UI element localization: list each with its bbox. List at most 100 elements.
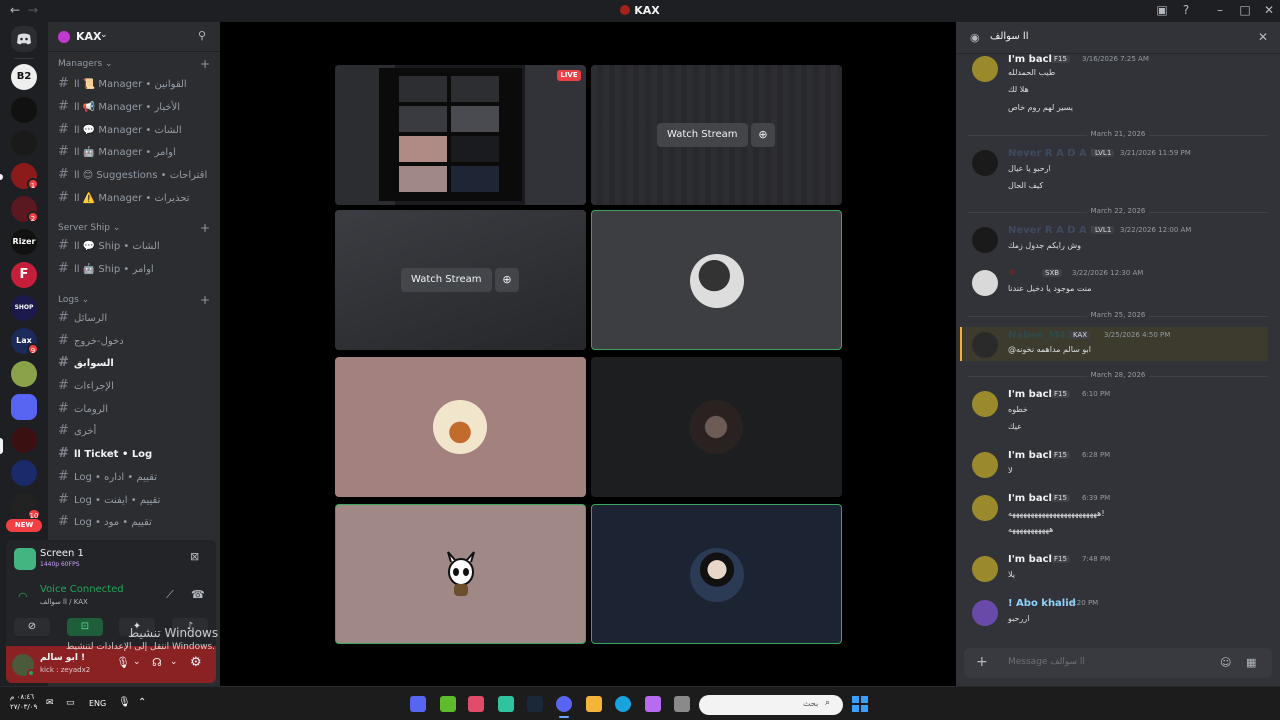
message-author[interactable]: Never R A D A R [1008, 148, 1098, 159]
avatar[interactable] [972, 600, 998, 626]
server-shop[interactable]: SHOP [11, 295, 37, 321]
channel-item[interactable]: # الإجراءات [58, 378, 210, 398]
channel-item[interactable]: # ll 💬 Manager • الشات [58, 122, 210, 142]
server-icon-3[interactable] [11, 130, 37, 156]
steam-icon[interactable] [527, 696, 543, 712]
chevron-down-icon[interactable]: ⌄ [133, 657, 141, 667]
folder-icon[interactable] [11, 394, 37, 420]
stream-tile-live[interactable]: LIVE [335, 65, 586, 205]
popout-stream-icon[interactable]: ⊕ [751, 123, 775, 147]
channel-item[interactable]: # Log • تقييم • اداره [58, 469, 210, 489]
server-f[interactable]: F [11, 262, 37, 288]
participant-tile[interactable] [335, 357, 586, 497]
inbox-icon[interactable]: ▣ [1154, 3, 1170, 17]
add-channel-icon[interactable]: + [200, 221, 210, 235]
avatar[interactable] [972, 150, 998, 176]
username[interactable]: ابو سالم ! [40, 653, 85, 663]
display-icon[interactable]: ▭ [66, 698, 75, 708]
channel-item[interactable]: # ll 😊 Suggestions • اقتراحات [58, 167, 210, 187]
stream-tile[interactable]: Watch Stream ⊕ [335, 210, 586, 350]
channel-item[interactable]: # ll 📜 Manager • القوانين [58, 76, 210, 96]
participant-tile-speaking[interactable] [591, 210, 842, 350]
avatar[interactable] [972, 332, 998, 358]
file-explorer-icon[interactable] [586, 696, 602, 712]
channel-item[interactable]: # الرسائل [58, 310, 210, 330]
message-input[interactable]: Message سوالف ll [1008, 657, 1085, 667]
avatar[interactable] [972, 391, 998, 417]
app-icon[interactable] [410, 696, 426, 712]
message-author[interactable]: I'm back [1008, 54, 1055, 65]
headphones-icon[interactable]: ☊ [152, 656, 162, 669]
participant-tile[interactable] [591, 357, 842, 497]
participant-tile-speaking[interactable] [591, 504, 842, 644]
channel-item[interactable]: # ll 🤖 Ship • اوامر [58, 261, 210, 281]
channel-item[interactable]: # ll ⚠️ Manager • تحذيرات [58, 190, 210, 210]
close-icon[interactable]: ✕ [1261, 3, 1277, 17]
avatar[interactable] [972, 270, 998, 296]
server-icon-2[interactable] [11, 97, 37, 123]
server-icon-12[interactable] [11, 427, 37, 453]
message-author[interactable]: Nabee_M43 [1008, 330, 1073, 341]
channel-item[interactable]: # ll 💬 Ship • الشات [58, 238, 210, 258]
server-rizer[interactable]: Rizer [11, 229, 37, 255]
popout-stream-icon[interactable]: ⊕ [495, 268, 519, 292]
chevron-up-icon[interactable]: ⌃ [138, 697, 146, 708]
guild-header[interactable]: KAX ⌄ ⚲ [48, 22, 220, 52]
message-author[interactable]: Never R A D A R [1008, 225, 1098, 236]
search-input[interactable]: بحث ⌕ [699, 695, 843, 715]
message-author[interactable]: ! Abo khalid [1008, 598, 1076, 609]
minimize-icon[interactable]: – [1212, 3, 1228, 17]
watch-stream-button[interactable]: Watch Stream [401, 268, 492, 292]
help-icon[interactable]: ? [1178, 3, 1194, 17]
apps-icon[interactable]: ▦ [1246, 656, 1256, 669]
message-author[interactable]: I'm back [1008, 554, 1055, 565]
app-icon[interactable] [468, 696, 484, 712]
server-icon-10[interactable] [11, 361, 37, 387]
start-icon[interactable] [852, 696, 868, 712]
channel-item[interactable]: # Log • تقييم • مود [58, 514, 210, 534]
stop-stream-icon[interactable]: ⊠ [190, 550, 199, 563]
add-channel-icon[interactable]: + [200, 293, 210, 307]
message-composer[interactable]: + Message سوالف ll ☺ ▦ [964, 648, 1272, 678]
task-view-icon[interactable] [674, 696, 690, 712]
edge-icon[interactable] [615, 696, 631, 712]
channel-item-unread[interactable]: # السوابق [58, 355, 210, 375]
clock[interactable]: ٠٨:٤٦ م ٢٧/٠٣/٠٩ [10, 692, 37, 712]
home-button[interactable] [11, 26, 37, 52]
emoji-icon[interactable]: ☺ [1220, 656, 1231, 669]
maximize-icon[interactable]: □ [1237, 3, 1253, 17]
disconnect-icon[interactable]: ☎ [191, 588, 205, 601]
avatar[interactable] [972, 227, 998, 253]
category-managers[interactable]: Managers ⌄ [58, 59, 113, 69]
server-icon-13[interactable] [11, 460, 37, 486]
gear-icon[interactable]: ⚙ [190, 655, 202, 670]
app-icon[interactable] [498, 696, 514, 712]
avatar[interactable] [972, 452, 998, 478]
stream-tile[interactable]: Watch Stream ⊕ [591, 65, 842, 205]
new-badge[interactable]: NEW [6, 519, 42, 532]
channel-item[interactable]: # ll 🤖 Manager • اوامر [58, 144, 210, 164]
notification-icon[interactable]: ✉ [46, 698, 54, 708]
avatar[interactable] [972, 556, 998, 582]
add-channel-icon[interactable]: + [200, 57, 210, 71]
app-icon[interactable] [440, 696, 456, 712]
avatar[interactable] [972, 495, 998, 521]
server-b2[interactable]: B2 [11, 64, 37, 90]
channel-item[interactable]: # Log • تقييم • ايفنت [58, 492, 210, 512]
message-author[interactable]: I'm back [1008, 389, 1055, 400]
noise-suppression-icon[interactable]: ⟋ [166, 588, 174, 602]
watch-stream-button[interactable]: Watch Stream [657, 123, 748, 147]
category-logs[interactable]: Logs ⌄ [58, 295, 89, 305]
discord-icon[interactable] [556, 696, 572, 712]
participant-tile-speaking[interactable] [335, 504, 586, 644]
language-indicator[interactable]: ENG [89, 699, 106, 708]
category-server-ship[interactable]: Server Ship ⌄ [58, 223, 120, 233]
add-member-icon[interactable]: ⚲ [198, 29, 206, 42]
message-author[interactable]: I'm back [1008, 450, 1055, 461]
chevron-down-icon[interactable]: ⌄ [170, 657, 178, 667]
screen-share-button[interactable]: ⊡ [67, 618, 103, 636]
microphone-icon[interactable]: 🎙 [116, 656, 130, 669]
copilot-icon[interactable] [645, 696, 661, 712]
camera-off-button[interactable]: ⊘ [14, 618, 50, 636]
message-author[interactable]: I'm back [1008, 493, 1055, 504]
